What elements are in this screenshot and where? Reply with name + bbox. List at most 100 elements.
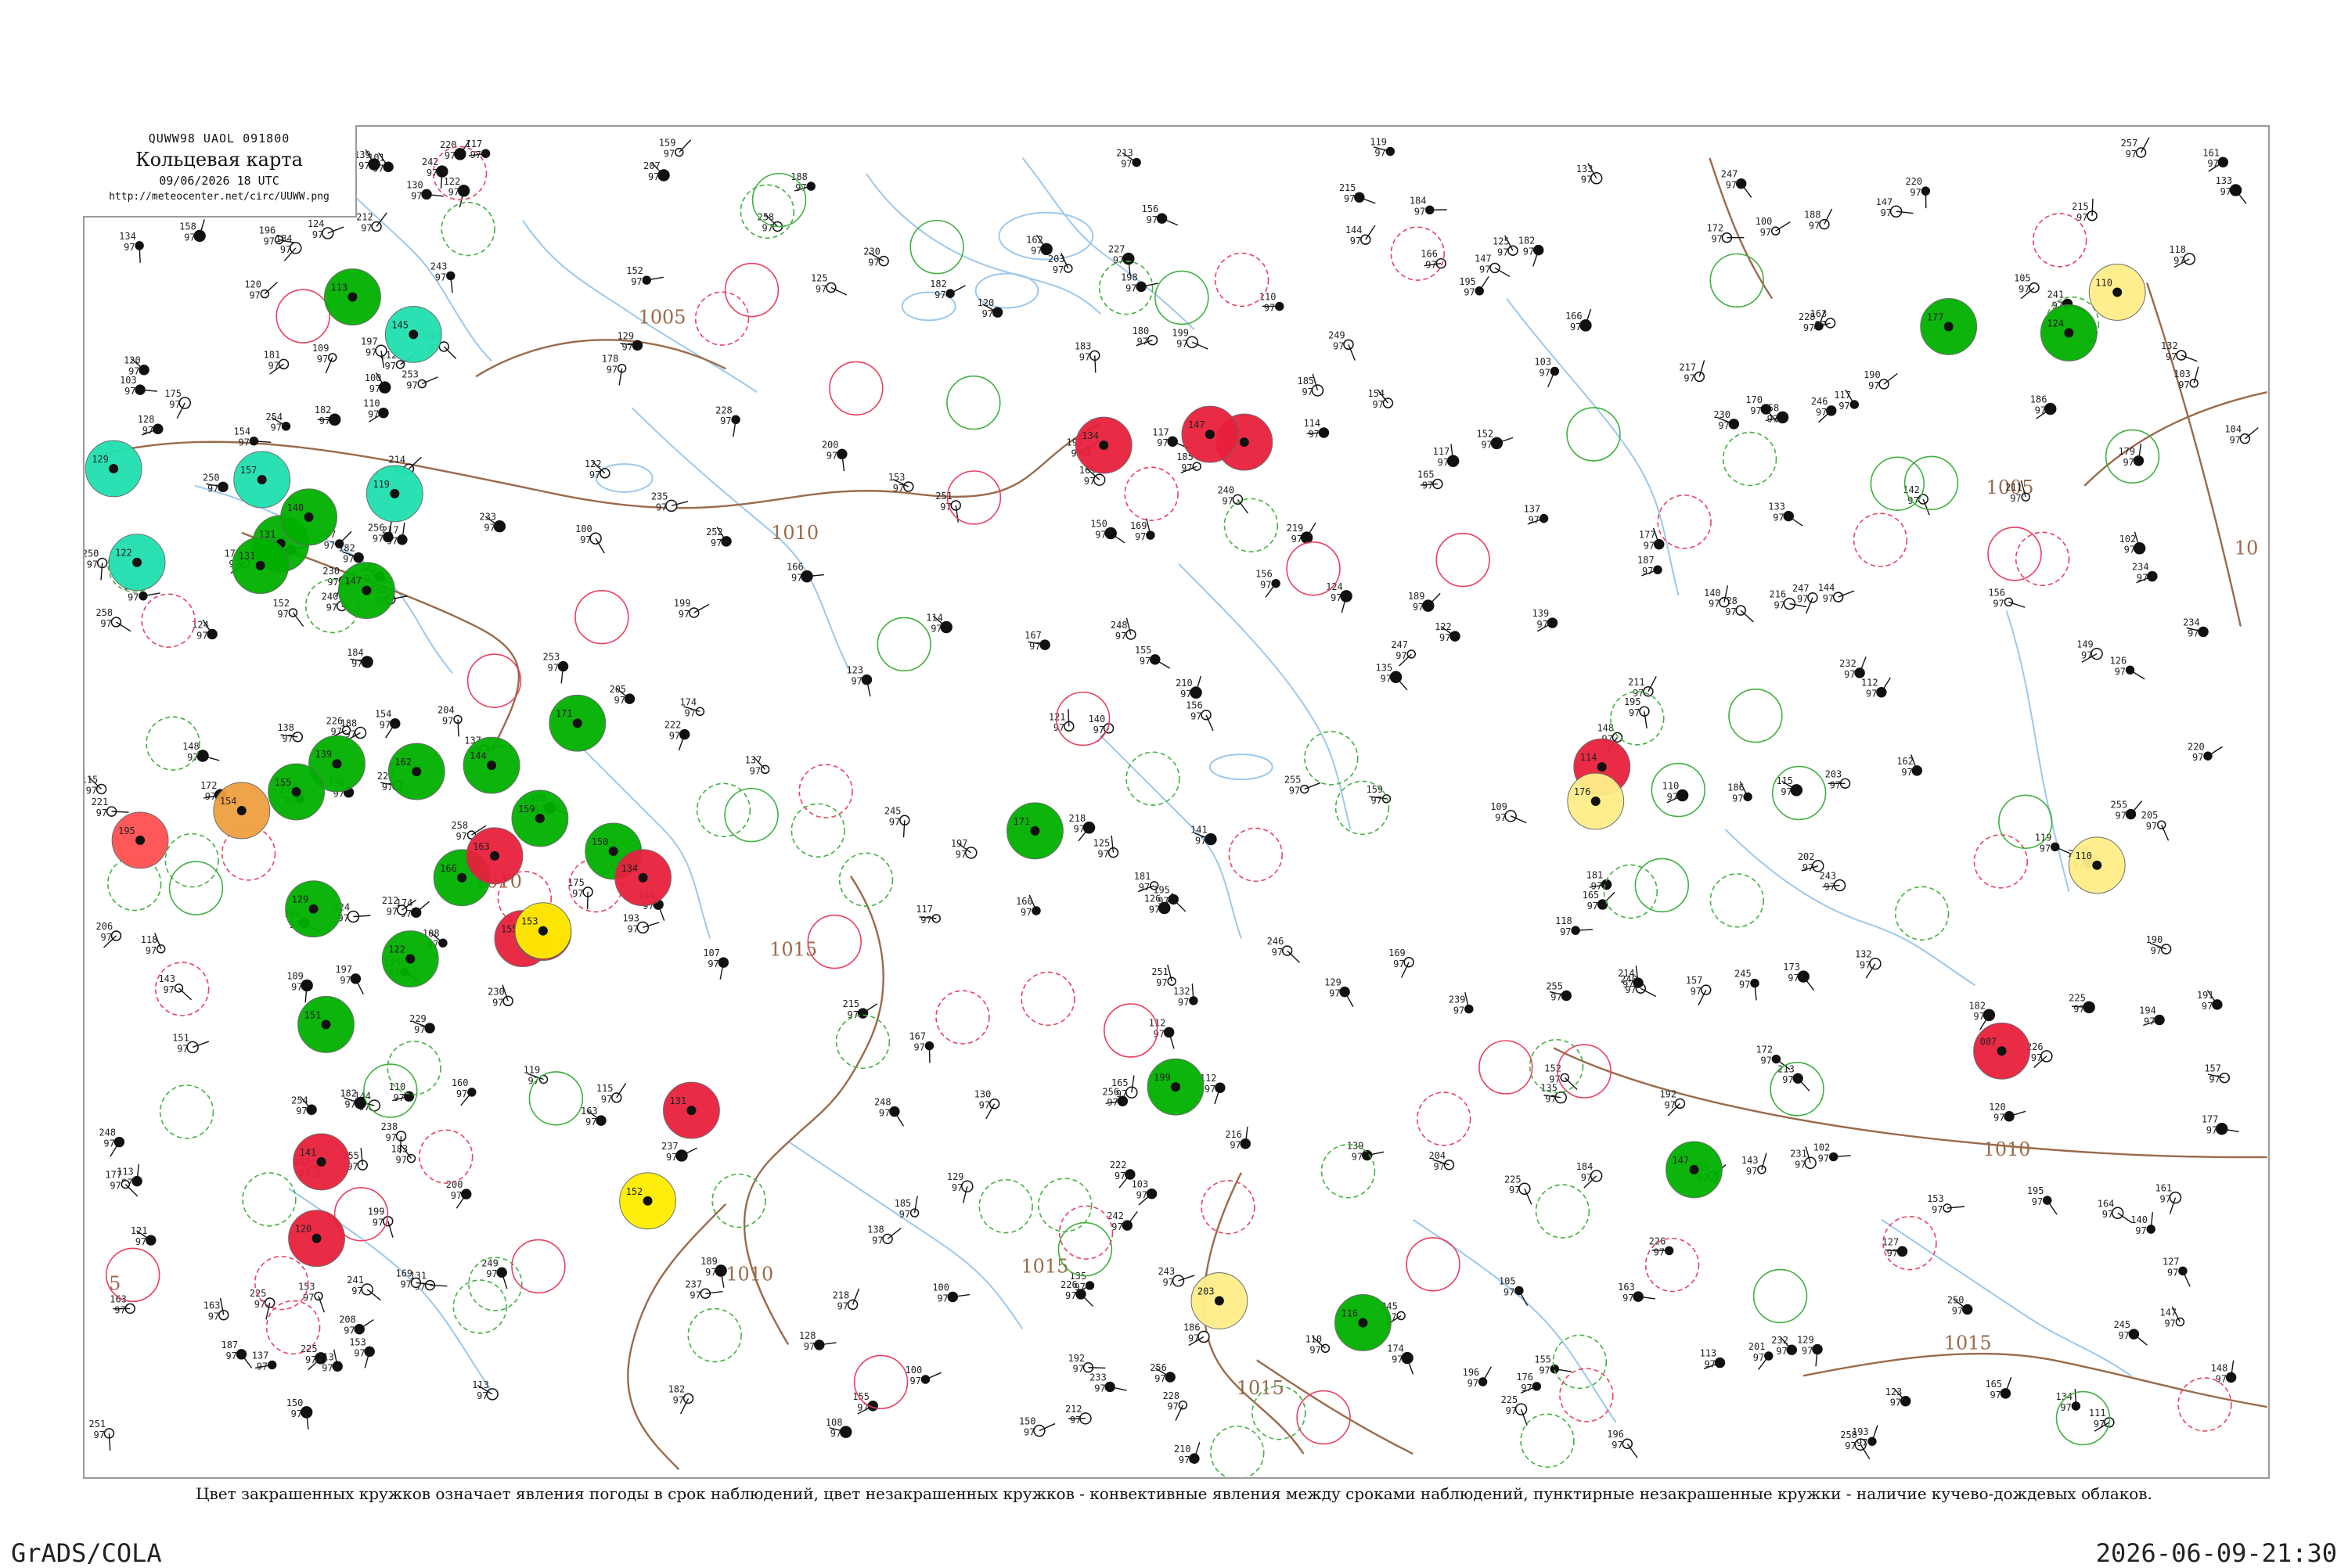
svg-text:97: 97	[1537, 619, 1548, 630]
svg-text:97: 97	[982, 308, 993, 319]
station-pressure-label: 139	[315, 749, 333, 760]
weather-station-fog-filled[interactable]: 153	[515, 903, 571, 959]
svg-text:220: 220	[440, 139, 457, 150]
svg-text:97: 97	[1890, 1397, 1901, 1408]
svg-text:97: 97	[128, 366, 139, 377]
station-pressure-label: 114	[1580, 752, 1597, 763]
weather-station-shower-filled[interactable]: 145	[385, 306, 441, 362]
weather-station-rain-filled[interactable]: 177	[1921, 298, 1977, 354]
weather-station-rain-filled[interactable]: 147	[1666, 1142, 1723, 1198]
weather-station-haze-filled[interactable]: 110	[2069, 837, 2125, 894]
convective-ring	[512, 1240, 565, 1293]
weather-station-rain-filled[interactable]: 155	[268, 764, 325, 820]
svg-text:256: 256	[1150, 1362, 1167, 1373]
svg-text:237: 237	[661, 1141, 679, 1152]
weather-station-rain-filled[interactable]: 159	[512, 790, 568, 847]
svg-text:97: 97	[442, 715, 453, 726]
svg-text:182: 182	[930, 279, 947, 290]
weather-station-rain-filled[interactable]: 171	[1007, 803, 1064, 859]
weather-station-rain-filled[interactable]: 199	[1147, 1059, 1204, 1115]
svg-text:258: 258	[758, 212, 775, 223]
svg-text:243: 243	[1820, 871, 1837, 882]
svg-text:97: 97	[2040, 843, 2051, 854]
weather-station-rain-filled[interactable]: 116	[1335, 1295, 1392, 1351]
weather-station-rain-filled[interactable]: 147	[338, 563, 394, 619]
weather-station-thunder-filled[interactable]: 087	[1974, 1023, 2030, 1079]
station-pressure-label: 122	[115, 548, 132, 559]
map-url-link[interactable]: http://meteocenter.net/circ/UUWW.png	[83, 191, 355, 203]
weather-station-rain-filled[interactable]: 162	[388, 743, 445, 800]
synoptic-map[interactable]: 1005 1010 1010 1015 1015 1015 1010 1005 …	[83, 125, 2270, 1479]
weather-station-rain-filled[interactable]: 151	[298, 996, 355, 1052]
svg-text:97: 97	[2073, 1003, 2084, 1014]
svg-text:245: 245	[2113, 1319, 2130, 1330]
weather-station-shower-filled[interactable]: 157	[234, 451, 290, 508]
weather-station-thunder-filled[interactable]: 134	[1075, 417, 1132, 473]
svg-text:97: 97	[2178, 379, 2189, 390]
svg-text:97: 97	[1750, 405, 1761, 416]
svg-text:186: 186	[1183, 1322, 1201, 1333]
weather-station-thunder-filled[interactable]: 134	[615, 850, 672, 906]
weather-station-thunder-filled[interactable]: 163	[466, 828, 523, 884]
svg-text:185: 185	[895, 1198, 912, 1209]
svg-text:97: 97	[2018, 284, 2029, 295]
svg-text:97: 97	[249, 290, 260, 301]
weather-station-thunder-filled[interactable]: 131	[664, 1082, 720, 1138]
svg-text:169: 169	[1130, 520, 1147, 531]
convective-ring	[1635, 858, 1688, 912]
isobar-label: 5	[109, 1273, 121, 1295]
weather-station-shower-filled[interactable]: 119	[366, 466, 423, 522]
svg-text:128: 128	[138, 414, 155, 425]
svg-text:122: 122	[585, 459, 602, 469]
weather-station-rain-filled[interactable]: 131	[232, 538, 289, 594]
svg-text:103: 103	[2173, 369, 2191, 379]
convective-ring	[1553, 1335, 1606, 1388]
convective-ring	[468, 654, 521, 707]
weather-station-shower-filled[interactable]: 129	[85, 441, 142, 497]
svg-text:255: 255	[1284, 775, 1302, 786]
svg-text:118: 118	[141, 934, 158, 945]
map-legend-box: QUWW98 UAOL 091800 Кольцевая карта 09/06…	[83, 125, 357, 218]
weather-station-thunder-filled[interactable]: 147	[1182, 406, 1238, 462]
weather-station-rain-filled[interactable]: 144	[463, 737, 520, 793]
weather-station-smoke-filled[interactable]: 154	[214, 782, 270, 839]
weather-station-rain-filled[interactable]: 113	[325, 269, 381, 325]
svg-text:97: 97	[2206, 1125, 2217, 1136]
weather-station-thunder-filled[interactable]: 120	[289, 1210, 345, 1267]
weather-station-rain-filled[interactable]: 122	[382, 931, 438, 987]
svg-text:157: 157	[1686, 975, 1703, 986]
svg-text:164: 164	[2098, 1198, 2115, 1209]
svg-text:97: 97	[396, 1155, 407, 1166]
weather-station-rain-filled[interactable]: 140	[281, 489, 337, 545]
convective-ring	[1604, 865, 1657, 918]
svg-text:97: 97	[1746, 1166, 1757, 1177]
weather-station-shower-filled[interactable]: 122	[109, 534, 165, 591]
svg-text:102: 102	[2119, 534, 2137, 545]
weather-station-thunder-filled[interactable]: 141	[294, 1134, 350, 1190]
svg-text:97: 97	[621, 341, 632, 352]
svg-text:221: 221	[92, 797, 109, 807]
svg-text:97: 97	[1121, 159, 1132, 170]
svg-text:97: 97	[1302, 387, 1313, 397]
weather-station-rain-filled[interactable]: 129	[286, 881, 342, 937]
svg-text:97: 97	[826, 450, 837, 461]
convective-ring	[948, 471, 1001, 524]
svg-text:246: 246	[1267, 936, 1284, 947]
weather-station-fog-filled[interactable]: 152	[620, 1173, 676, 1229]
svg-text:97: 97	[1413, 602, 1424, 613]
station-pressure-label: 177	[1927, 311, 1944, 322]
svg-text:113: 113	[1700, 1348, 1717, 1359]
weather-station-rain-filled[interactable]: 171	[549, 695, 606, 751]
svg-text:233: 233	[479, 512, 496, 523]
svg-text:97: 97	[361, 222, 372, 233]
svg-text:97: 97	[1642, 566, 1653, 577]
weather-station-haze-filled[interactable]: 110	[2089, 264, 2145, 321]
svg-text:232: 232	[1839, 658, 1856, 669]
weather-station-haze-filled[interactable]: 203	[1191, 1273, 1248, 1329]
weather-station-haze-filled[interactable]: 176	[1568, 773, 1624, 829]
weather-station-squall-filled[interactable]: 195	[112, 812, 168, 869]
svg-text:100: 100	[575, 523, 592, 534]
svg-text:140: 140	[1704, 588, 1721, 599]
weather-station-rain-filled[interactable]: 124	[2040, 304, 2097, 361]
svg-text:97: 97	[899, 1209, 910, 1220]
